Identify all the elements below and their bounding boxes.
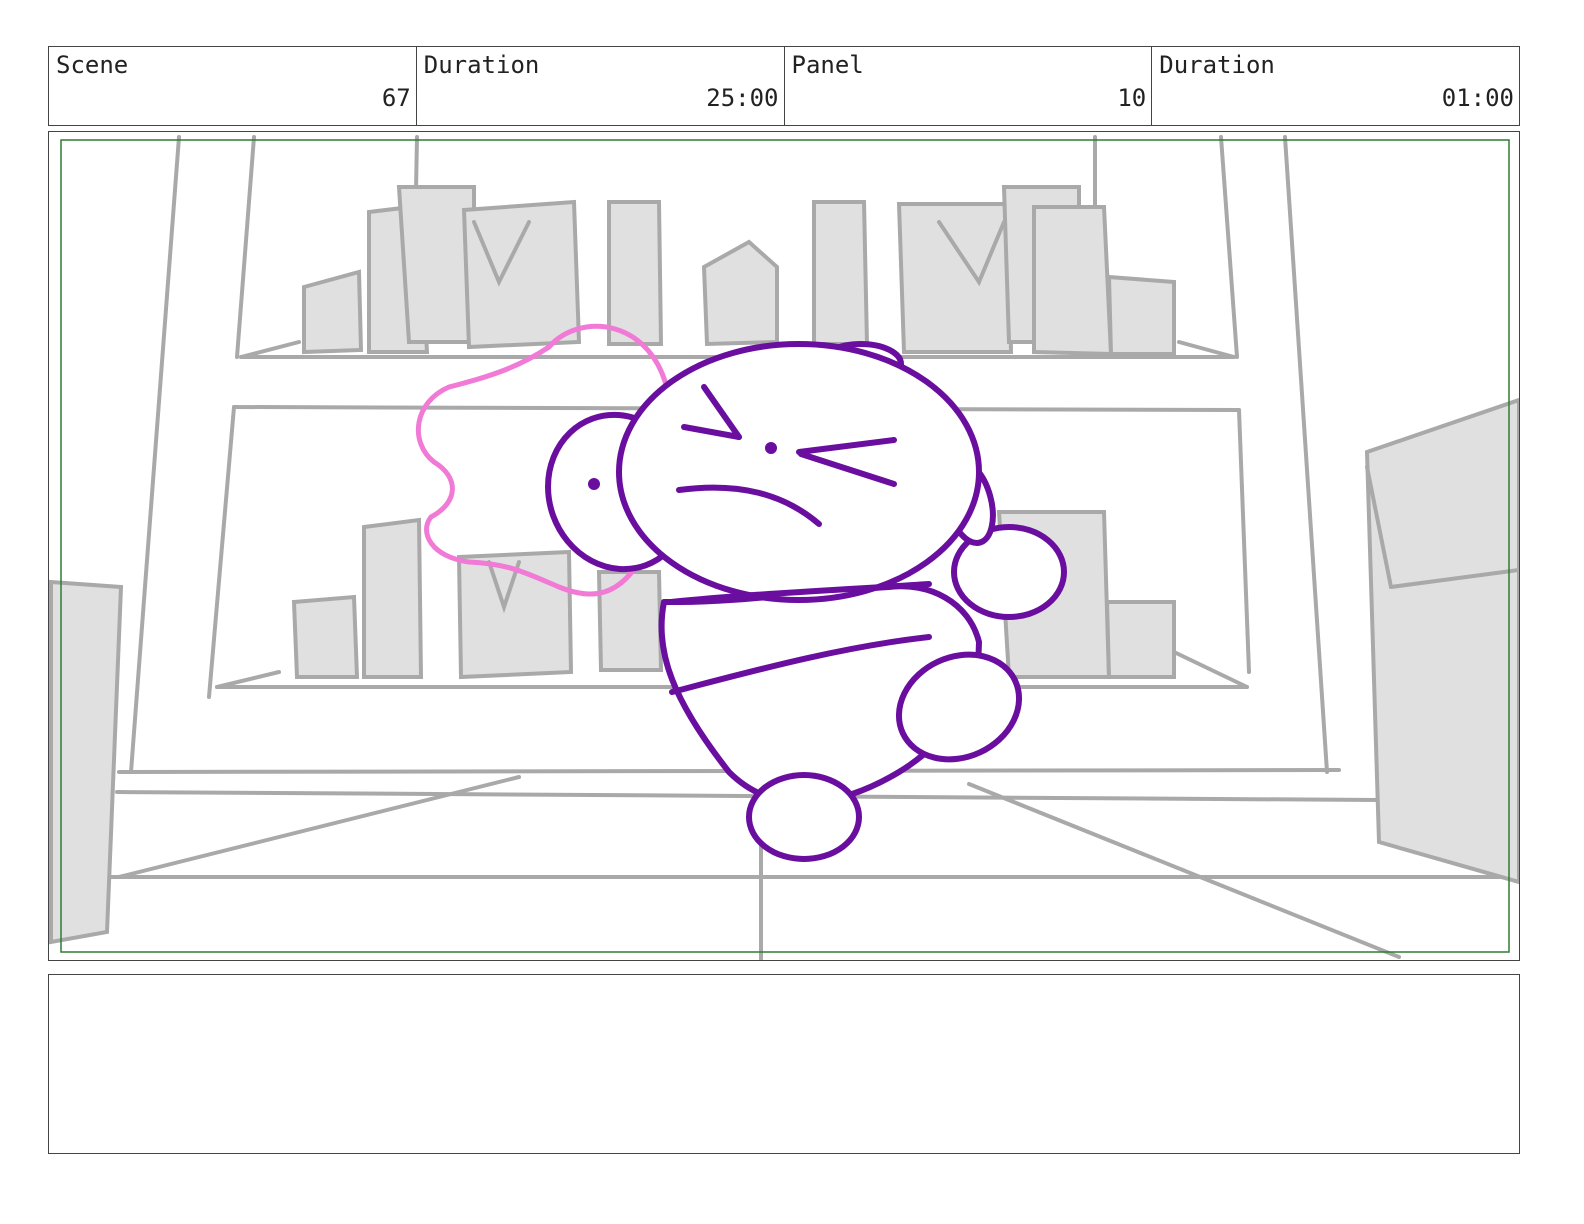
scene-number: 67 [381, 84, 411, 112]
scene-label: Scene [56, 51, 129, 79]
panel-duration-cell: Duration 01:00 [1152, 47, 1519, 125]
panel-duration-label: Duration [1159, 51, 1275, 79]
panel-header: Scene 67 Duration 25:00 Panel 10 Duratio… [48, 46, 1520, 126]
panel-number: 10 [1117, 84, 1147, 112]
storyboard-frame [48, 131, 1520, 961]
scene-cell: Scene 67 [49, 47, 417, 125]
panel-label: Panel [791, 51, 864, 79]
scene-duration-value: 25:00 [706, 84, 779, 112]
panel-cell: Panel 10 [785, 47, 1153, 125]
storyboard-drawing [49, 135, 1519, 960]
notes-area [48, 974, 1520, 1154]
panel-duration-value: 01:00 [1441, 84, 1514, 112]
scene-duration-cell: Duration 25:00 [417, 47, 785, 125]
scene-duration-label: Duration [423, 51, 540, 79]
